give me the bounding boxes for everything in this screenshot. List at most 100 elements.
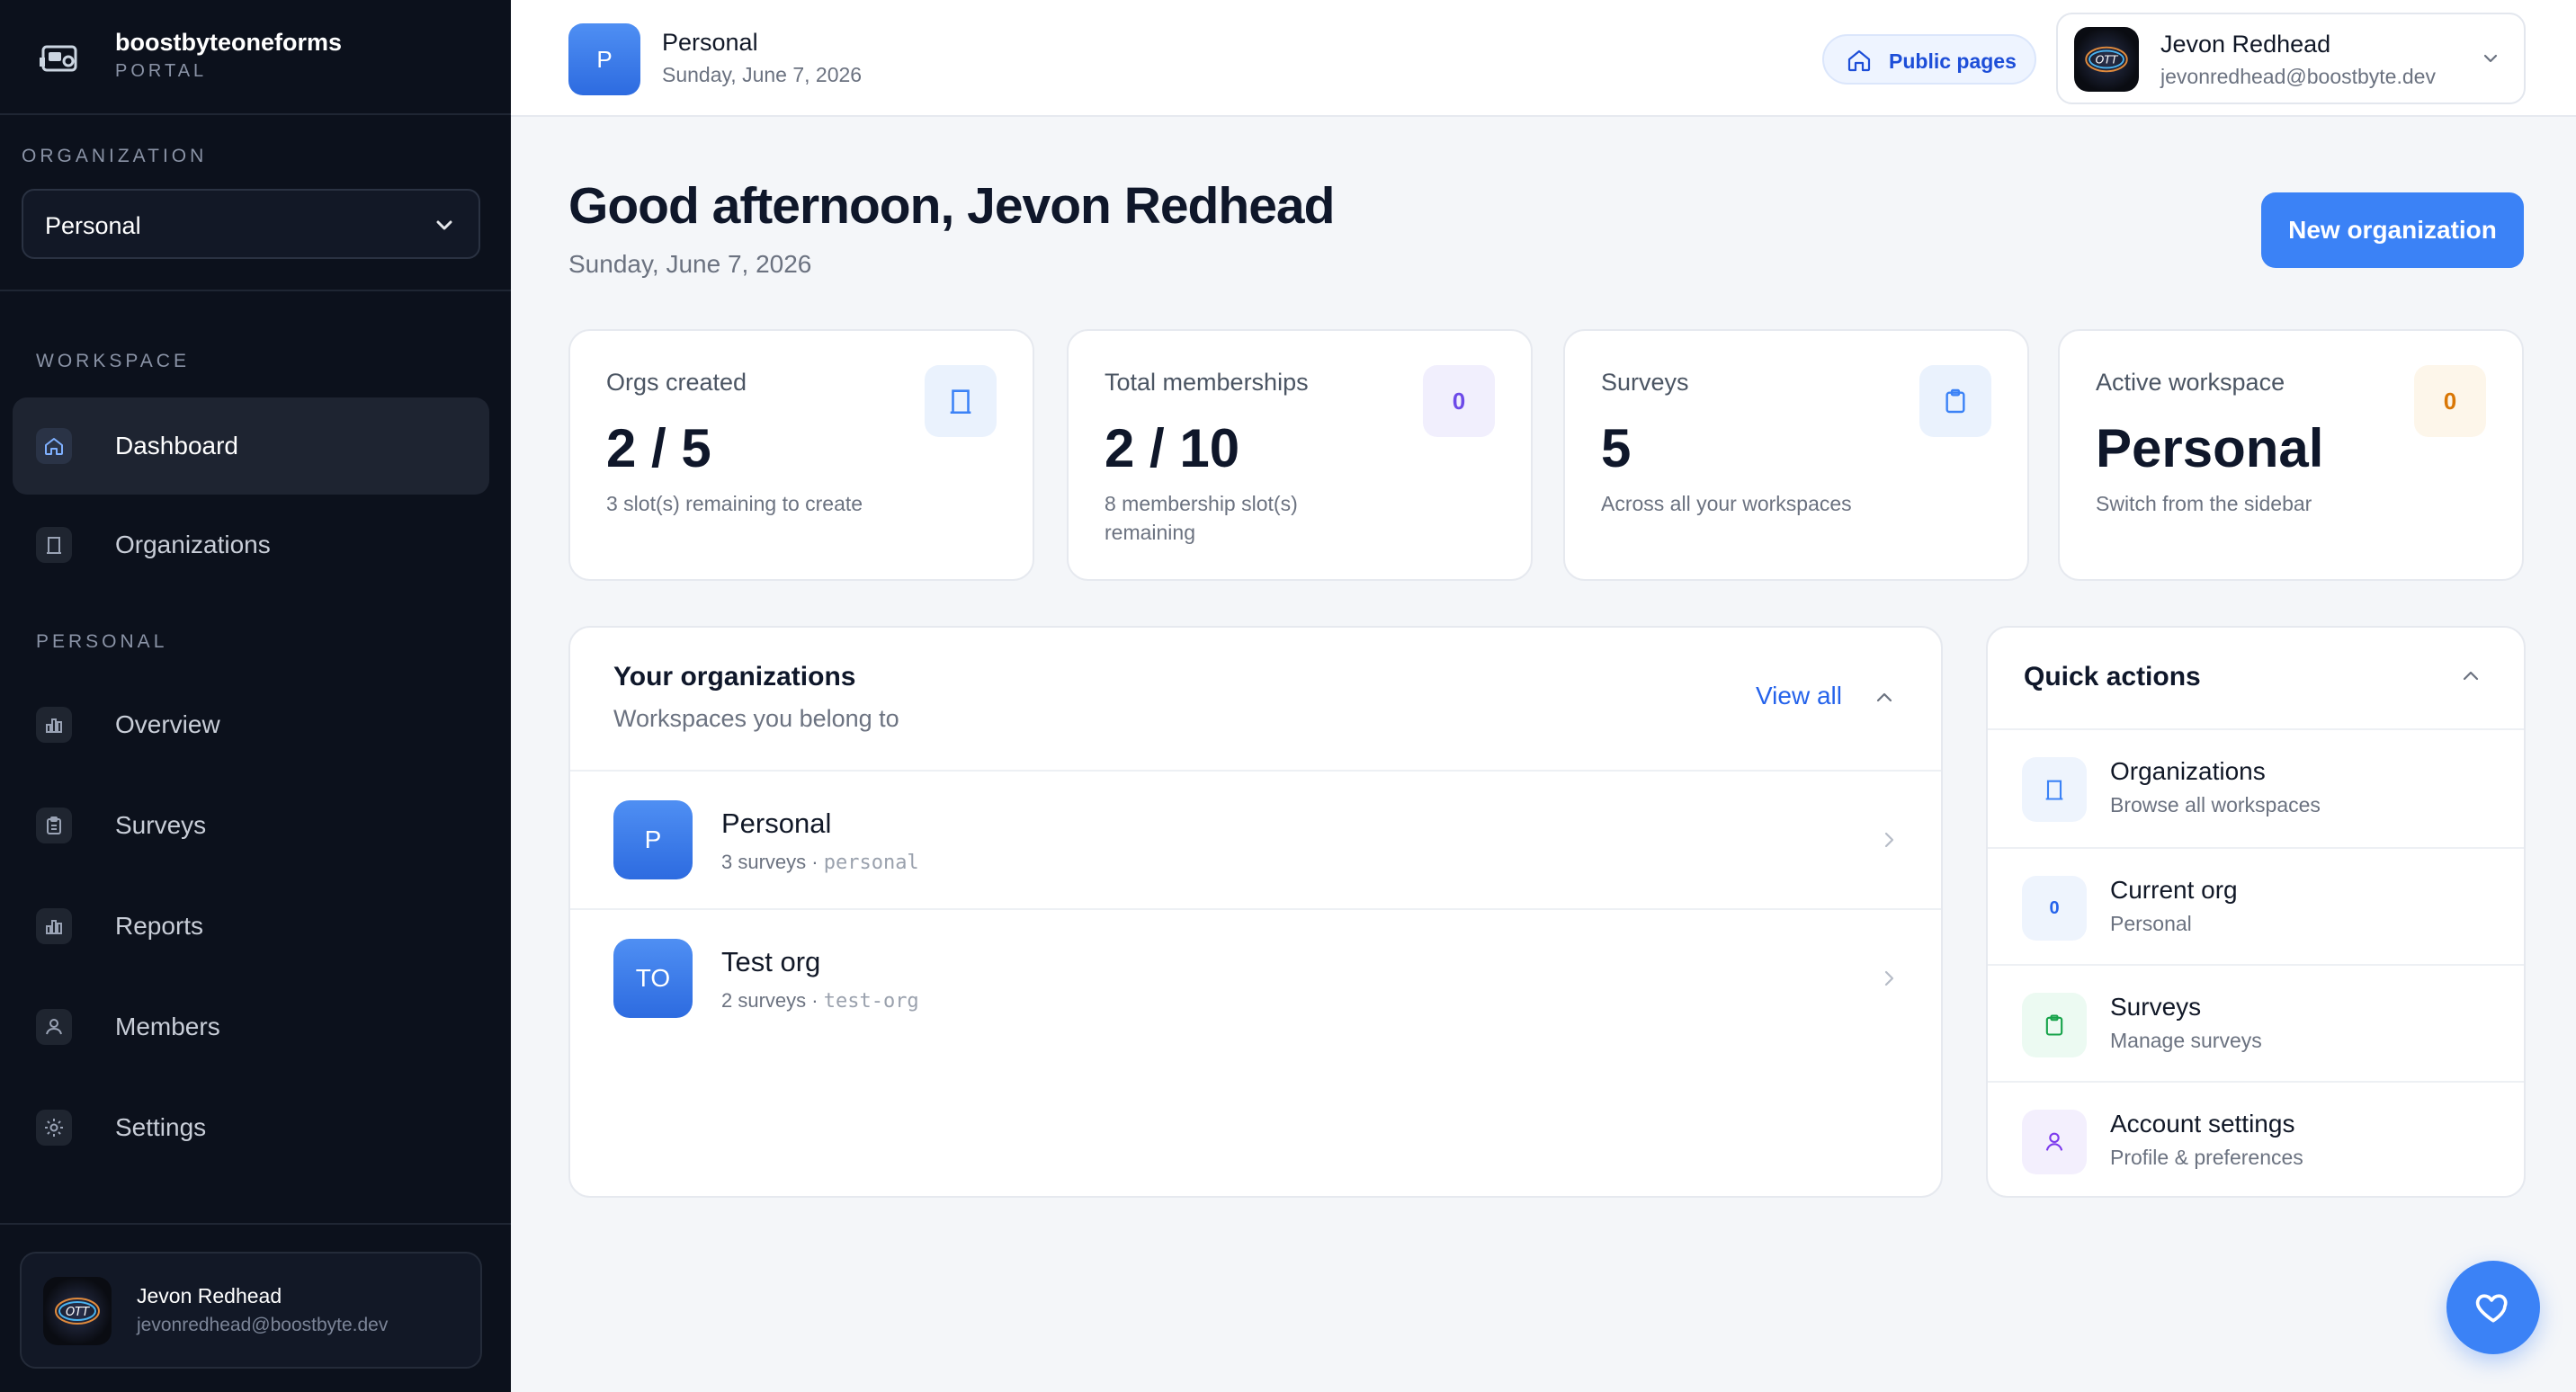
stat-value: 2 / 10 [1105, 418, 1240, 478]
sidebar-item-label: Organizations [115, 531, 271, 558]
stat-label: Active workspace [2096, 369, 2285, 396]
page-date: Sunday, June 7, 2026 [568, 250, 812, 278]
logo-icon [40, 45, 77, 72]
public-pages-label: Public pages [1889, 49, 2017, 73]
sidebar-item-label: Surveys [115, 811, 207, 839]
stat-icon: 0 [1423, 365, 1495, 437]
brand-name: boostbyteoneforms [115, 29, 343, 56]
organization-select[interactable]: Personal [22, 189, 480, 259]
bar-chart-icon [36, 707, 72, 743]
home-icon [36, 428, 72, 464]
quick-action-icon: 0 [2022, 876, 2087, 941]
account-name: Jevon Redhead [2160, 31, 2331, 58]
stat-card-memberships: Total memberships 2 / 10 8 membership sl… [1067, 329, 1533, 581]
org-meta: 2 surveys · test-org [721, 989, 919, 1013]
card-title: Your organizations [613, 662, 856, 692]
stat-value: 5 [1601, 418, 1632, 478]
quick-action-sub: Profile & preferences [2110, 1146, 2303, 1169]
quick-actions-card: Quick actions Organizations Browse all w… [1986, 626, 2526, 1198]
org-row-personal[interactable]: P Personal 3 surveys · personal [570, 772, 1941, 908]
sidebar-user-email: jevonredhead@boostbyte.dev [137, 1315, 389, 1335]
quick-action-title: Organizations [2110, 757, 2266, 785]
org-survey-count: 2 surveys [721, 989, 807, 1012]
quick-action-sub: Manage surveys [2110, 1029, 2262, 1052]
stat-sub: Across all your workspaces [1601, 492, 1852, 515]
stat-icon: 0 [2414, 365, 2486, 437]
sidebar-item-surveys[interactable]: Surveys [13, 777, 489, 874]
public-pages-button[interactable]: Public pages [1822, 34, 2036, 85]
sidebar-item-label: Settings [115, 1113, 207, 1141]
workspace-avatar: P [568, 23, 640, 95]
sidebar-item-organizations[interactable]: Organizations [13, 496, 489, 593]
sidebar-item-settings[interactable]: Settings [13, 1079, 489, 1176]
account-email: jevonredhead@boostbyte.dev [2160, 65, 2436, 88]
feedback-button[interactable] [2446, 1261, 2540, 1354]
quick-action-title: Account settings [2110, 1110, 2295, 1138]
sidebar: boostbyteoneforms PORTAL ORGANIZATION Pe… [0, 0, 511, 1392]
quick-action-sub: Personal [2110, 912, 2192, 935]
org-avatar: P [613, 800, 693, 879]
bar-chart-icon [36, 908, 72, 944]
gear-icon [36, 1110, 72, 1146]
org-survey-count: 3 surveys [721, 851, 807, 873]
organization-select-value: Personal [45, 212, 141, 239]
quick-action-account-settings[interactable]: Account settings Profile & preferences [1988, 1083, 2524, 1200]
avatar: OTT [43, 1277, 112, 1345]
sidebar-item-dashboard[interactable]: Dashboard [13, 397, 489, 495]
view-all-link[interactable]: View all [1756, 682, 1842, 710]
sidebar-user-card[interactable]: OTT Jevon Redhead jevonredhead@boostbyte… [20, 1252, 482, 1369]
quick-action-title: Current org [2110, 876, 2238, 904]
sidebar-divider [0, 290, 511, 291]
sidebar-item-label: Overview [115, 710, 220, 738]
users-icon [36, 1009, 72, 1045]
clipboard-icon [36, 808, 72, 843]
chevron-up-icon[interactable] [1873, 685, 1896, 709]
stat-card-orgs-created: Orgs created 2 / 5 3 slot(s) remaining t… [568, 329, 1034, 581]
chevron-down-icon [436, 220, 452, 230]
avatar: OTT [2074, 27, 2139, 92]
sidebar-divider [0, 1223, 511, 1225]
svg-text:OTT: OTT [2096, 54, 2119, 67]
building-icon [925, 365, 997, 437]
clipboard-icon [2022, 993, 2087, 1057]
building-icon [2022, 757, 2087, 822]
sidebar-user-name: Jevon Redhead [137, 1284, 282, 1307]
chevron-up-icon[interactable] [2459, 664, 2482, 687]
chevron-right-icon [1884, 832, 1894, 848]
workspace-name: Personal [662, 29, 758, 56]
stat-card-active-workspace: Active workspace Personal Switch from th… [2058, 329, 2524, 581]
page-title: Good afternoon, Jevon Redhead [568, 177, 1335, 235]
org-slug: test-org [823, 990, 919, 1013]
stat-label: Total memberships [1105, 369, 1309, 396]
svg-text:OTT: OTT [66, 1306, 90, 1319]
quick-action-organizations[interactable]: Organizations Browse all workspaces [1988, 730, 2524, 847]
user-icon [2022, 1110, 2087, 1174]
stat-value: 2 / 5 [606, 418, 711, 478]
sidebar-item-reports[interactable]: Reports [13, 878, 489, 975]
brand-subtitle: PORTAL [115, 61, 208, 81]
stat-label: Orgs created [606, 369, 747, 396]
workspace-label: WORKSPACE [36, 351, 190, 371]
home-icon [1847, 49, 1871, 72]
stat-value: Personal [2096, 418, 2324, 478]
card-subtitle: Workspaces you belong to [613, 705, 899, 732]
stat-sub: 3 slot(s) remaining to create [606, 492, 863, 515]
account-menu-button[interactable]: OTT Jevon Redhead jevonredhead@boostbyte… [2056, 13, 2526, 104]
chevron-right-icon [1884, 970, 1894, 986]
quick-action-sub: Browse all workspaces [2110, 793, 2321, 816]
stat-label: Surveys [1601, 369, 1689, 396]
quick-action-surveys[interactable]: Surveys Manage surveys [1988, 966, 2524, 1083]
sidebar-item-members[interactable]: Members [13, 978, 489, 1075]
card-title: Quick actions [2024, 662, 2201, 692]
new-organization-button[interactable]: New organization [2261, 192, 2524, 268]
quick-action-current-org[interactable]: 0 Current org Personal [1988, 849, 2524, 966]
organization-label: ORGANIZATION [22, 146, 208, 166]
org-name: Test org [721, 946, 821, 977]
org-meta-separator: · [806, 989, 824, 1012]
org-meta-separator: · [806, 851, 824, 873]
sidebar-item-label: Reports [115, 912, 204, 940]
sidebar-item-overview[interactable]: Overview [13, 676, 489, 773]
building-icon [36, 527, 72, 563]
org-meta: 3 surveys · personal [721, 851, 919, 874]
org-row-test-org[interactable]: TO Test org 2 surveys · test-org [570, 910, 1941, 1047]
